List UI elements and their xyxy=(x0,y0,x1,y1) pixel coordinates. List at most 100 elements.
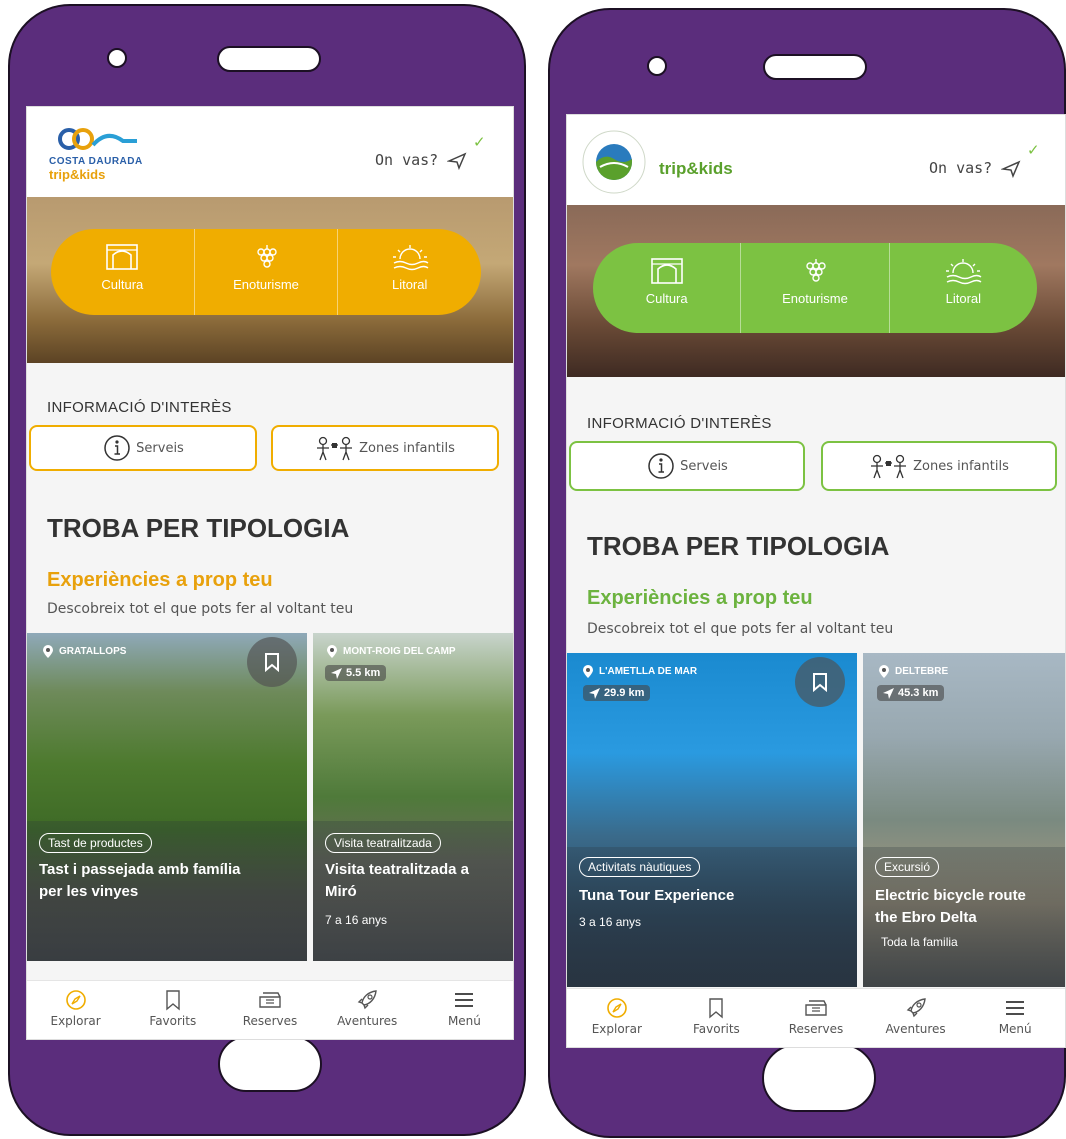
experience-card[interactable]: L'AMETLLA DE MAR 29.9 km Activitats nàut… xyxy=(567,653,857,987)
nav-favorits[interactable]: Favorits xyxy=(667,989,767,1047)
home-button[interactable] xyxy=(218,1036,322,1092)
distance-badge: 5.5 km xyxy=(325,665,387,681)
experience-card[interactable]: DELTEBRE 45.3 km Excursió Electric bicyc… xyxy=(863,653,1065,987)
nav-label: Menú xyxy=(998,1022,1032,1036)
experience-card[interactable]: GRATALLOPS Tast de productes Tast i pass… xyxy=(27,633,307,961)
category-cultura[interactable]: Cultura xyxy=(593,243,740,333)
grapes-icon xyxy=(806,259,826,282)
category-pill: Cultura Enoturisme Litoral xyxy=(593,243,1037,333)
services-label: Serveis xyxy=(680,458,728,474)
nav-explorar[interactable]: Explorar xyxy=(27,981,124,1039)
grapes-icon xyxy=(257,245,277,268)
category-litoral[interactable]: Litoral xyxy=(337,229,481,315)
arch-icon xyxy=(650,258,683,284)
category-label: Enoturisme xyxy=(233,277,299,292)
nav-label: Reserves xyxy=(242,1014,298,1028)
right-phone-frame: trip&kids On vas? ✓ Cultura Enoturisme L… xyxy=(548,8,1066,1138)
bottom-nav: Explorar Favorits Reserves Aventures Men… xyxy=(567,988,1065,1047)
nav-label: Aventures xyxy=(885,1022,946,1036)
speaker xyxy=(763,54,867,80)
distance-badge: 45.3 km xyxy=(877,685,945,701)
hamburger-icon xyxy=(1006,1001,1025,1015)
nav-label: Explorar xyxy=(591,1022,642,1036)
nav-aventures[interactable]: Aventures xyxy=(319,981,416,1039)
category-enoturisme[interactable]: Enoturisme xyxy=(193,229,338,315)
kids-zones-button[interactable]: Zones infantils xyxy=(821,441,1057,491)
terres-ebre-seal-icon xyxy=(582,130,646,194)
nearby-description: Descobreix tot el que pots fer al voltan… xyxy=(47,601,354,617)
card-age: 7 a 16 anys xyxy=(325,913,388,927)
card-location: L'AMETLLA DE MAR xyxy=(583,665,697,678)
services-button[interactable]: Serveis xyxy=(569,441,805,491)
nav-label: Aventures xyxy=(337,1014,398,1028)
card-title: Tast i passejada amb família per les vin… xyxy=(39,859,301,903)
navigation-arrow-icon xyxy=(589,687,600,699)
distance-label: 29.9 km xyxy=(604,687,645,699)
bookmark-button[interactable] xyxy=(247,637,297,687)
hamburger-icon xyxy=(455,993,474,1007)
card-title-line: the Ebro Delta xyxy=(875,909,977,926)
kids-zones-button[interactable]: Zones infantils xyxy=(271,425,499,471)
arch-icon xyxy=(106,244,139,270)
bookmark-button[interactable] xyxy=(795,657,845,707)
compass-icon xyxy=(606,998,627,1018)
location-label: DELTEBRE xyxy=(895,666,949,677)
nearby-title: Experiències a prop teu xyxy=(47,569,273,591)
logo-brand: COSTA DAURADA xyxy=(49,156,143,167)
sunset-icon xyxy=(946,259,982,285)
card-title-line: Tast i passejada amb família xyxy=(39,861,241,878)
category-tag: Tast de productes xyxy=(39,833,152,853)
camera xyxy=(107,48,127,68)
location-label: MONT-ROIG DEL CAMP xyxy=(343,646,456,657)
where-button[interactable]: On vas? xyxy=(929,159,1021,178)
info-icon xyxy=(104,435,130,461)
card-title-line: Electric bicycle route xyxy=(875,887,1026,904)
category-tag: Visita teatralitzada xyxy=(325,833,441,853)
home-button[interactable] xyxy=(762,1044,876,1112)
category-cultura[interactable]: Cultura xyxy=(51,229,194,315)
hero-banner: Cultura Enoturisme Litoral xyxy=(567,205,1065,377)
where-button[interactable]: On vas? xyxy=(375,151,467,170)
ticket-icon xyxy=(805,1000,827,1016)
check-icon: ✓ xyxy=(473,133,486,151)
logo: trip&kids xyxy=(659,159,733,178)
nav-explorar[interactable]: Explorar xyxy=(567,989,667,1047)
category-label: Cultura xyxy=(645,291,688,306)
bookmark-icon xyxy=(709,998,724,1019)
category-label: Litoral xyxy=(391,277,428,292)
card-age: 3 a 16 anys xyxy=(579,915,642,929)
card-title: Visita teatralitzada a Miró xyxy=(325,859,513,903)
category-litoral[interactable]: Litoral xyxy=(888,243,1037,333)
category-label: Cultura xyxy=(101,277,144,292)
sunset-icon xyxy=(392,245,429,271)
nav-aventures[interactable]: Aventures xyxy=(866,989,966,1047)
nav-menu[interactable]: Menú xyxy=(965,989,1065,1047)
nav-menu[interactable]: Menú xyxy=(416,981,513,1039)
kids-icon xyxy=(871,454,907,479)
location-arrow-icon xyxy=(1000,160,1021,178)
nav-reserves[interactable]: Reserves xyxy=(221,981,318,1039)
left-screen: COSTA DAURADA trip&kids On vas? ✓ Cultur… xyxy=(26,106,514,1040)
card-title: Electric bicycle route the Ebro Delta xyxy=(875,885,1065,929)
category-enoturisme[interactable]: Enoturisme xyxy=(740,243,888,333)
kids-zones-label: Zones infantils xyxy=(913,458,1009,474)
services-button[interactable]: Serveis xyxy=(29,425,257,471)
nav-label: Menú xyxy=(447,1014,481,1028)
rocket-icon xyxy=(357,990,378,1010)
compass-icon xyxy=(65,990,86,1010)
section-title: TROBA PER TIPOLOGIA xyxy=(587,531,890,561)
hero-banner: Cultura Enoturisme Litoral xyxy=(27,197,513,363)
nav-reserves[interactable]: Reserves xyxy=(766,989,866,1047)
nav-favorits[interactable]: Favorits xyxy=(124,981,221,1039)
info-title: INFORMACIÓ D'INTERÈS xyxy=(47,399,232,416)
location-label: GRATALLOPS xyxy=(59,646,127,657)
right-screen: trip&kids On vas? ✓ Cultura Enoturisme L… xyxy=(566,114,1066,1048)
card-title-line: per les vinyes xyxy=(39,883,139,900)
distance-label: 5.5 km xyxy=(346,667,381,679)
card-location: MONT-ROIG DEL CAMP xyxy=(327,645,456,658)
card-title-line: Miró xyxy=(325,883,357,900)
bottom-nav: Explorar Favorits Reserves Aventures Men… xyxy=(27,980,513,1039)
experience-card[interactable]: MONT-ROIG DEL CAMP 5.5 km Visita teatral… xyxy=(313,633,513,961)
nav-label: Explorar xyxy=(50,1014,101,1028)
bookmark-icon xyxy=(265,653,279,672)
